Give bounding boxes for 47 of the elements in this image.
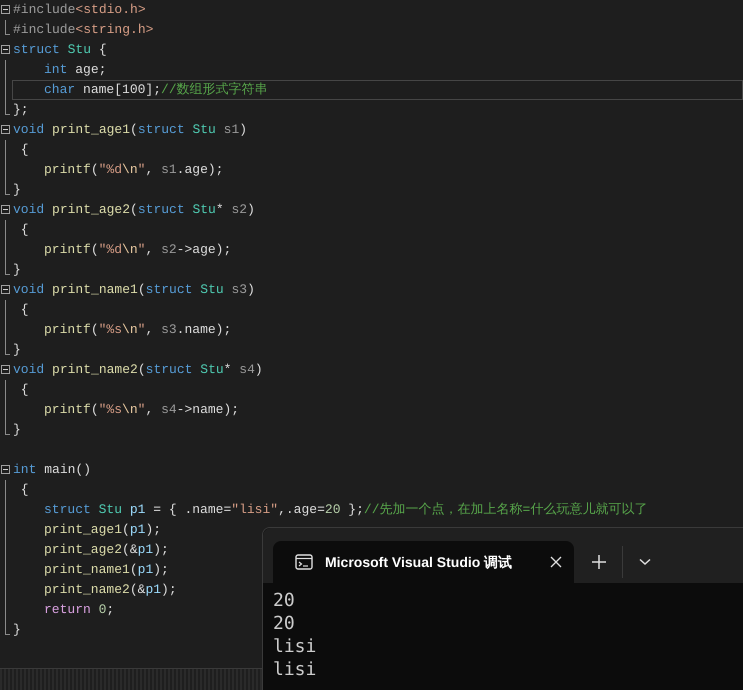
terminal-icon [295,554,313,570]
output-line: 20 [273,612,296,635]
code-line: print_age2(&p1); [43,541,170,559]
code-line: printf("%s\n", s3.name); [43,321,232,339]
collapse-icon[interactable] [1,205,10,214]
code-line: int age; [43,61,108,79]
code-line: }; [12,101,30,119]
collapse-icon[interactable] [1,365,10,374]
code-line: #include<string.h> [12,21,154,39]
code-line: { [20,381,30,399]
terminal-tab[interactable]: Microsoft Visual Studio 调试 [273,541,574,583]
code-line: } [12,421,22,439]
tab-title: Microsoft Visual Studio 调试 [325,552,514,572]
close-icon[interactable] [550,556,562,568]
code-line: void print_age2(struct Stu* s2) [12,201,256,219]
collapse-icon[interactable] [1,5,10,14]
code-line: struct Stu { [12,41,108,59]
code-line: print_name2(&p1); [43,581,178,599]
chevron-down-icon[interactable] [639,558,651,566]
output-line: lisi [273,658,318,681]
code-line: printf("%d\n", s2->age); [43,241,232,259]
code-line: { [20,481,30,499]
output-line: 20 [273,589,296,612]
code-line: { [20,301,30,319]
collapse-icon[interactable] [1,285,10,294]
code-line: void print_age1(struct Stu s1) [12,121,248,139]
collapse-icon[interactable] [1,465,10,474]
code-line: void print_name2(struct Stu* s4) [12,361,264,379]
code-line: void print_name1(struct Stu s3) [12,281,256,299]
code-line: printf("%s\n", s4->name); [43,401,240,419]
code-line: } [12,621,22,639]
code-line: { [20,221,30,239]
code-line: { [20,141,30,159]
output-line: lisi [273,635,318,658]
code-line: return 0; [43,601,116,619]
code-line: print_name1(p1); [43,561,170,579]
collapse-icon[interactable] [1,125,10,134]
code-line: print_age1(p1); [43,521,162,539]
code-line: } [12,341,22,359]
code-line: int main() [12,461,92,479]
collapse-icon[interactable] [1,45,10,54]
code-line: } [12,181,22,199]
plus-icon[interactable] [592,555,606,569]
code-line: } [12,261,22,279]
code-line: #include<stdio.h> [12,1,147,19]
code-line: struct Stu p1 = { .name="lisi",.age=20 };//先加一个点，在加上名称=什么玩意儿就可以了 [43,501,648,519]
code-line: printf("%d\n", s1.age); [43,161,224,179]
